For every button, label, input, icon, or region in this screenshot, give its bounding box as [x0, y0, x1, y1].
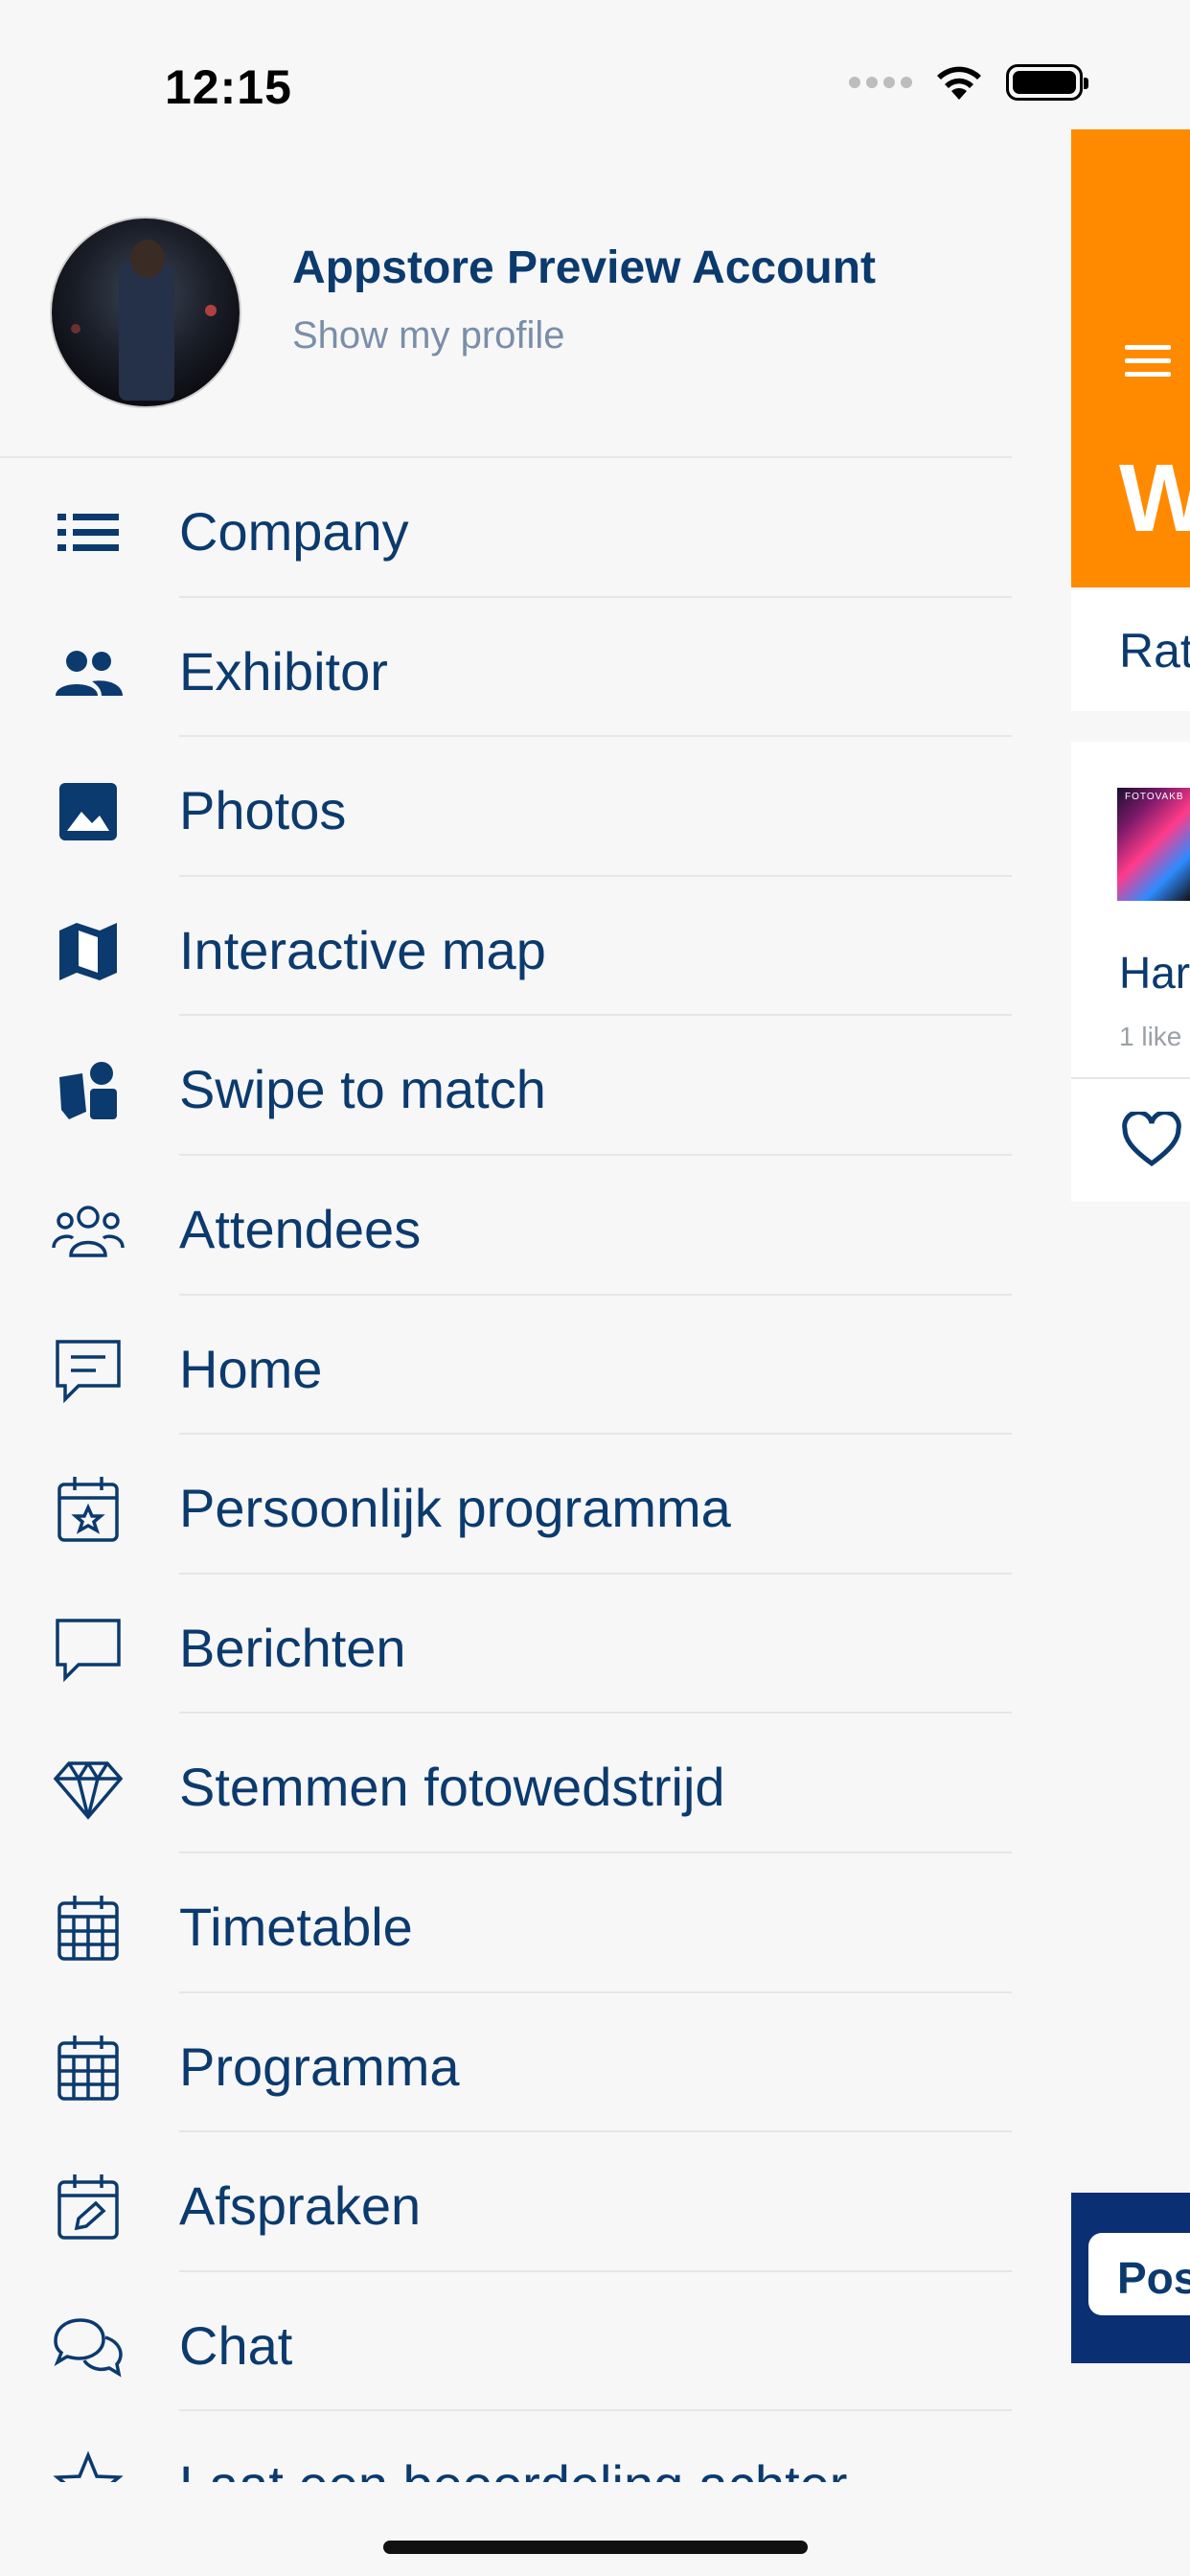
- menu-item-label: Swipe to match: [179, 1059, 546, 1120]
- show-profile-link[interactable]: Show my profile: [292, 314, 565, 357]
- post-title: Har: [1119, 948, 1190, 998]
- menu-item-label: Timetable: [179, 1896, 413, 1957]
- list-icon: [50, 494, 126, 571]
- background-header: W: [1071, 129, 1190, 587]
- menu-item-label: Chat: [179, 2314, 293, 2376]
- menu-item-home[interactable]: Home: [0, 1296, 1012, 1436]
- post-thumbnail[interactable]: [1117, 788, 1190, 901]
- menu-item-label: Afspraken: [179, 2175, 422, 2237]
- message-icon: [50, 1332, 126, 1409]
- menu-item-stemmen-fotowedstrijd[interactable]: Stemmen fotowedstrijd: [0, 1714, 1012, 1853]
- menu-item-chat[interactable]: Chat: [0, 2272, 1012, 2412]
- profile-name: Appstore Preview Account: [292, 242, 877, 293]
- menu-item-label: Attendees: [179, 1198, 422, 1259]
- post-thumbnail-label: FOTOVAKB: [1125, 792, 1184, 802]
- menu-item-label: Photos: [179, 780, 347, 841]
- menu-item-company[interactable]: Company: [0, 458, 1012, 598]
- background-card-text: Rat: [1119, 624, 1190, 678]
- menu-item-laat-een-beoordeling-achter[interactable]: Laat een beoordeling achter: [0, 2411, 1012, 2482]
- menu-item-afspraken[interactable]: Afspraken: [0, 2132, 1012, 2272]
- attendees-icon: [50, 1192, 126, 1269]
- post-likes: 1 like: [1119, 1022, 1182, 1051]
- menu-item-label: Persoonlijk programma: [179, 1478, 731, 1539]
- menu-item-label: Programma: [179, 2036, 460, 2097]
- chat-bubbles-icon: [50, 2309, 126, 2385]
- calendar-grid-icon: [50, 1890, 126, 1966]
- menu-item-exhibitor[interactable]: Exhibitor: [0, 598, 1012, 738]
- menu-item-swipe-to-match[interactable]: Swipe to match: [0, 1016, 1012, 1156]
- menu-item-label: Laat een beoordeling achter: [179, 2453, 847, 2482]
- menu-item-label: Company: [179, 501, 409, 562]
- menu-item-label: Stemmen fotowedstrijd: [179, 1757, 725, 1818]
- menu-item-attendees[interactable]: Attendees: [0, 1156, 1012, 1296]
- navigation-drawer: Appstore Preview Account Show my profile…: [0, 0, 1012, 2576]
- home-indicator[interactable]: [383, 2541, 808, 2554]
- menu-item-photos[interactable]: Photos: [0, 737, 1012, 877]
- menu-item-persoonlijk-programma[interactable]: Persoonlijk programma: [0, 1435, 1012, 1575]
- post-button[interactable]: Pos: [1088, 2233, 1190, 2315]
- background-footer: Pos: [1071, 2193, 1190, 2363]
- calendar-star-icon: [50, 1471, 126, 1548]
- menu-item-label: Berichten: [179, 1617, 406, 1678]
- map-icon: [50, 913, 126, 990]
- calendar-grid-icon: [50, 2030, 126, 2106]
- menu-item-label: Home: [179, 1338, 323, 1399]
- menu-item-label: Interactive map: [179, 919, 546, 980]
- menu-item-berichten[interactable]: Berichten: [0, 1575, 1012, 1714]
- swipe-match-icon: [50, 1052, 126, 1129]
- menu-item-timetable[interactable]: Timetable: [0, 1853, 1012, 1993]
- avatar[interactable]: [50, 217, 241, 408]
- chat-bubble-icon: [50, 1611, 126, 1688]
- hamburger-menu-icon[interactable]: [1125, 345, 1171, 385]
- calendar-edit-icon: [50, 2169, 126, 2245]
- diamond-icon: [50, 1750, 126, 1827]
- star-icon: [50, 2448, 126, 2482]
- menu-item-interactive-map[interactable]: Interactive map: [0, 877, 1012, 1017]
- heart-icon[interactable]: [1121, 1112, 1182, 1169]
- image-icon: [50, 773, 126, 850]
- drawer-menu: Company Exhibitor Photos Interactive map: [0, 458, 1012, 2482]
- menu-item-programma[interactable]: Programma: [0, 1993, 1012, 2133]
- background-header-text: W: [1119, 445, 1190, 552]
- group-icon: [50, 634, 126, 711]
- background-page: W Rat FOTOVAKB Har 1 like Pos: [1071, 0, 1190, 2576]
- post-divider: [1071, 1077, 1190, 1079]
- menu-item-label: Exhibitor: [179, 640, 388, 702]
